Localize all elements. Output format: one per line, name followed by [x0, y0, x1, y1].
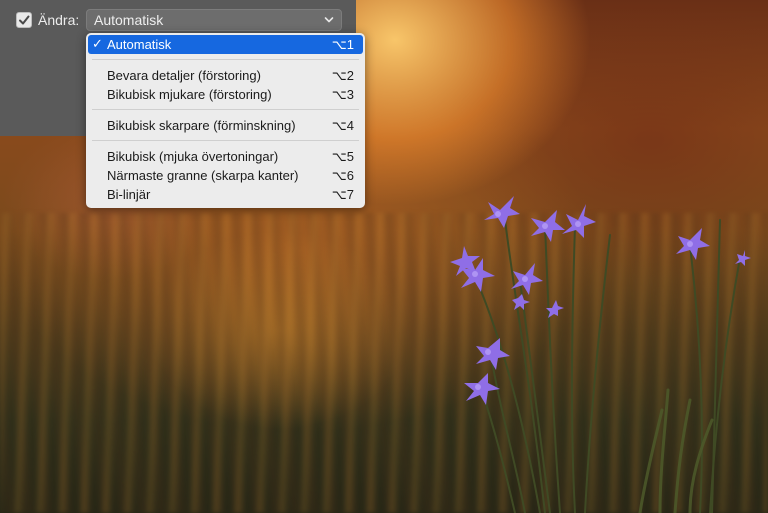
menu-item-label: Bikubisk (mjuka övertoningar) [107, 149, 279, 164]
check-icon: ✓ [92, 36, 103, 51]
menu-item-bevara-detaljer[interactable]: Bevara detaljer (förstoring) ⌥2 [88, 66, 363, 85]
menu-separator [92, 140, 359, 141]
resample-dropdown-menu: ✓ Automatisk ⌥1 Bevara detaljer (förstor… [86, 33, 365, 208]
menu-item-bikubisk-mjukare[interactable]: Bikubisk mjukare (förstoring) ⌥3 [88, 85, 363, 104]
resample-select[interactable]: Automatisk [86, 9, 342, 31]
menu-separator [92, 59, 359, 60]
select-value: Automatisk [94, 12, 164, 28]
menu-item-shortcut: ⌥3 [331, 87, 354, 102]
menu-item-label: Närmaste granne (skarpa kanter) [107, 168, 299, 183]
menu-item-narmaste-granne[interactable]: Närmaste granne (skarpa kanter) ⌥6 [88, 166, 363, 185]
chevron-down-icon [324, 17, 334, 23]
menu-item-label: Bikubisk skarpare (förminskning) [107, 118, 296, 133]
menu-separator [92, 109, 359, 110]
menu-item-shortcut: ⌥1 [331, 37, 354, 52]
menu-item-label: Bikubisk mjukare (förstoring) [107, 87, 272, 102]
menu-item-shortcut: ⌥6 [331, 168, 354, 183]
photo-background: Ändra: Automatisk ✓ Automatisk ⌥1 Bevara… [0, 0, 768, 513]
menu-item-bikubisk-skarpare[interactable]: Bikubisk skarpare (förminskning) ⌥4 [88, 116, 363, 135]
menu-item-shortcut: ⌥7 [331, 187, 354, 202]
menu-item-bi-linjar[interactable]: Bi-linjär ⌥7 [88, 185, 363, 204]
resample-checkbox[interactable] [16, 12, 32, 28]
menu-item-automatisk[interactable]: ✓ Automatisk ⌥1 [88, 35, 363, 54]
menu-item-bikubisk-mjuka-overtoningar[interactable]: Bikubisk (mjuka övertoningar) ⌥5 [88, 147, 363, 166]
menu-item-label: Automatisk [107, 37, 172, 52]
menu-item-shortcut: ⌥2 [331, 68, 354, 83]
resample-label: Ändra: [38, 12, 80, 28]
menu-item-shortcut: ⌥5 [331, 149, 354, 164]
menu-item-label: Bi-linjär [107, 187, 151, 202]
checkmark-icon [19, 15, 30, 25]
menu-item-label: Bevara detaljer (förstoring) [107, 68, 261, 83]
menu-item-shortcut: ⌥4 [331, 118, 354, 133]
